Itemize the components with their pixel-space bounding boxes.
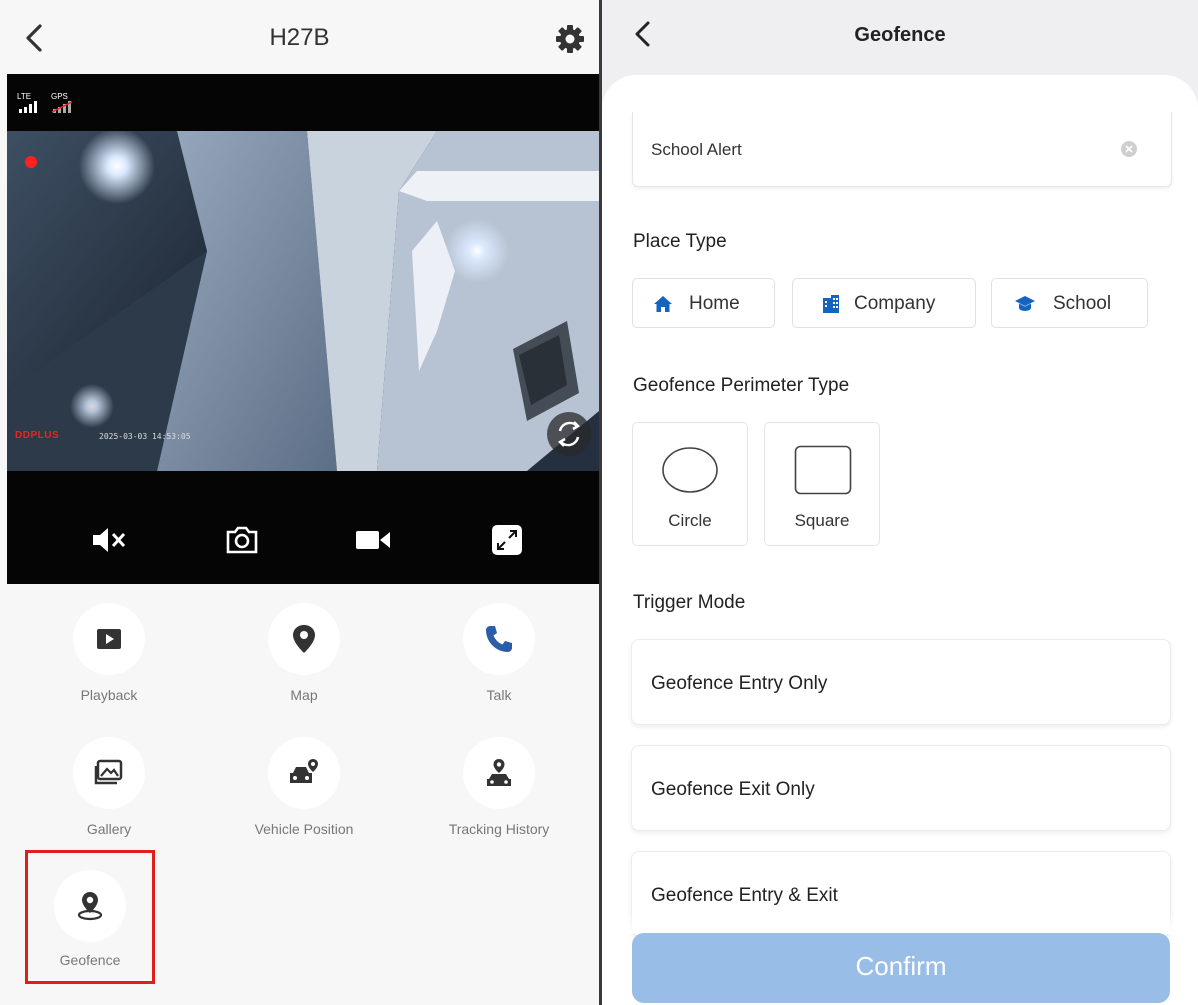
scroll-fade — [602, 910, 1198, 934]
feature-label: Gallery — [86, 821, 132, 837]
feature-label: Playback — [80, 687, 138, 703]
place-type-school[interactable]: School — [991, 278, 1148, 328]
feature-talk[interactable]: Talk — [409, 603, 589, 723]
trigger-label: Geofence Exit Only — [651, 779, 815, 800]
device-header: H27B — [0, 0, 599, 74]
mute-icon[interactable] — [91, 522, 127, 558]
recording-indicator — [25, 156, 37, 168]
trigger-label: Geofence Entry Only — [651, 673, 828, 694]
feature-vehicle-position[interactable]: Vehicle Position — [214, 737, 394, 857]
circle-shape-icon — [661, 445, 719, 495]
place-type-home[interactable]: Home — [632, 278, 775, 328]
feature-label: Talk — [486, 687, 512, 703]
camera-feed-image — [7, 131, 599, 471]
phone-icon[interactable] — [463, 603, 535, 675]
highlight-box — [25, 850, 155, 984]
playback-icon[interactable] — [73, 603, 145, 675]
device-screen: H27B LTE GPS DDPLUS 2025-03-03 14:53:05 … — [0, 0, 599, 1005]
feature-gallery[interactable]: Gallery — [19, 737, 199, 857]
gear-icon[interactable] — [555, 24, 585, 54]
confirm-label: Confirm — [855, 951, 947, 981]
feature-label: Vehicle Position — [254, 821, 354, 837]
confirm-button[interactable]: Confirm — [632, 933, 1170, 1003]
osd-timestamp: 2025-03-03 14:53:05 — [99, 432, 191, 441]
place-type-label: Company — [854, 293, 936, 314]
camera-snapshot-icon[interactable] — [224, 522, 260, 558]
fullscreen-icon[interactable] — [489, 522, 525, 558]
perimeter-label: Square — [794, 511, 850, 530]
feature-tracking-history[interactable]: Tracking History — [409, 737, 589, 857]
place-type-label: School — [1053, 293, 1112, 314]
feature-label: Tracking History — [448, 821, 550, 837]
perimeter-square-option[interactable]: Square — [764, 422, 880, 546]
trigger-label: Geofence Entry & Exit — [651, 885, 838, 906]
feature-label: Map — [290, 687, 318, 703]
geofence-header: Geofence — [602, 0, 1198, 75]
place-type-heading: Place Type — [633, 231, 727, 252]
geofence-name-value: School Alert — [651, 140, 742, 159]
device-title: H27B — [269, 24, 330, 51]
rotate-camera-button[interactable] — [547, 412, 591, 456]
map-pin-icon[interactable] — [268, 603, 340, 675]
tracking-history-icon[interactable] — [463, 737, 535, 809]
geofence-screen: Geofence School Alert Place Type Home Co… — [602, 0, 1198, 1005]
video-controls — [7, 494, 599, 584]
trigger-exit-only[interactable]: Geofence Exit Only — [631, 745, 1171, 831]
lte-signal: LTE — [17, 92, 39, 113]
gps-signal: GPS — [51, 92, 73, 113]
perimeter-label: Circle — [668, 511, 712, 530]
trigger-mode-heading: Trigger Mode — [633, 592, 746, 613]
live-video-player[interactable]: LTE GPS DDPLUS 2025-03-03 14:53:05 — [7, 74, 599, 584]
gallery-icon[interactable] — [73, 737, 145, 809]
perimeter-heading: Geofence Perimeter Type — [633, 375, 850, 396]
building-icon — [821, 294, 841, 314]
osd-brand: DDPLUS — [15, 430, 60, 441]
car-location-icon[interactable] — [268, 737, 340, 809]
place-type-label: Home — [689, 293, 740, 314]
perimeter-circle-option[interactable]: Circle — [632, 422, 748, 546]
place-type-company[interactable]: Company — [792, 278, 976, 328]
square-shape-icon — [794, 445, 852, 495]
video-record-icon[interactable] — [355, 522, 391, 558]
geofence-name-field[interactable]: School Alert — [632, 112, 1172, 187]
home-icon — [653, 294, 673, 314]
page-title: Geofence — [854, 24, 946, 46]
clear-icon[interactable] — [1121, 141, 1137, 157]
trigger-entry-only[interactable]: Geofence Entry Only — [631, 639, 1171, 725]
feature-map[interactable]: Map — [214, 603, 394, 723]
graduation-cap-icon — [1014, 294, 1035, 314]
feature-playback[interactable]: Playback — [19, 603, 199, 723]
